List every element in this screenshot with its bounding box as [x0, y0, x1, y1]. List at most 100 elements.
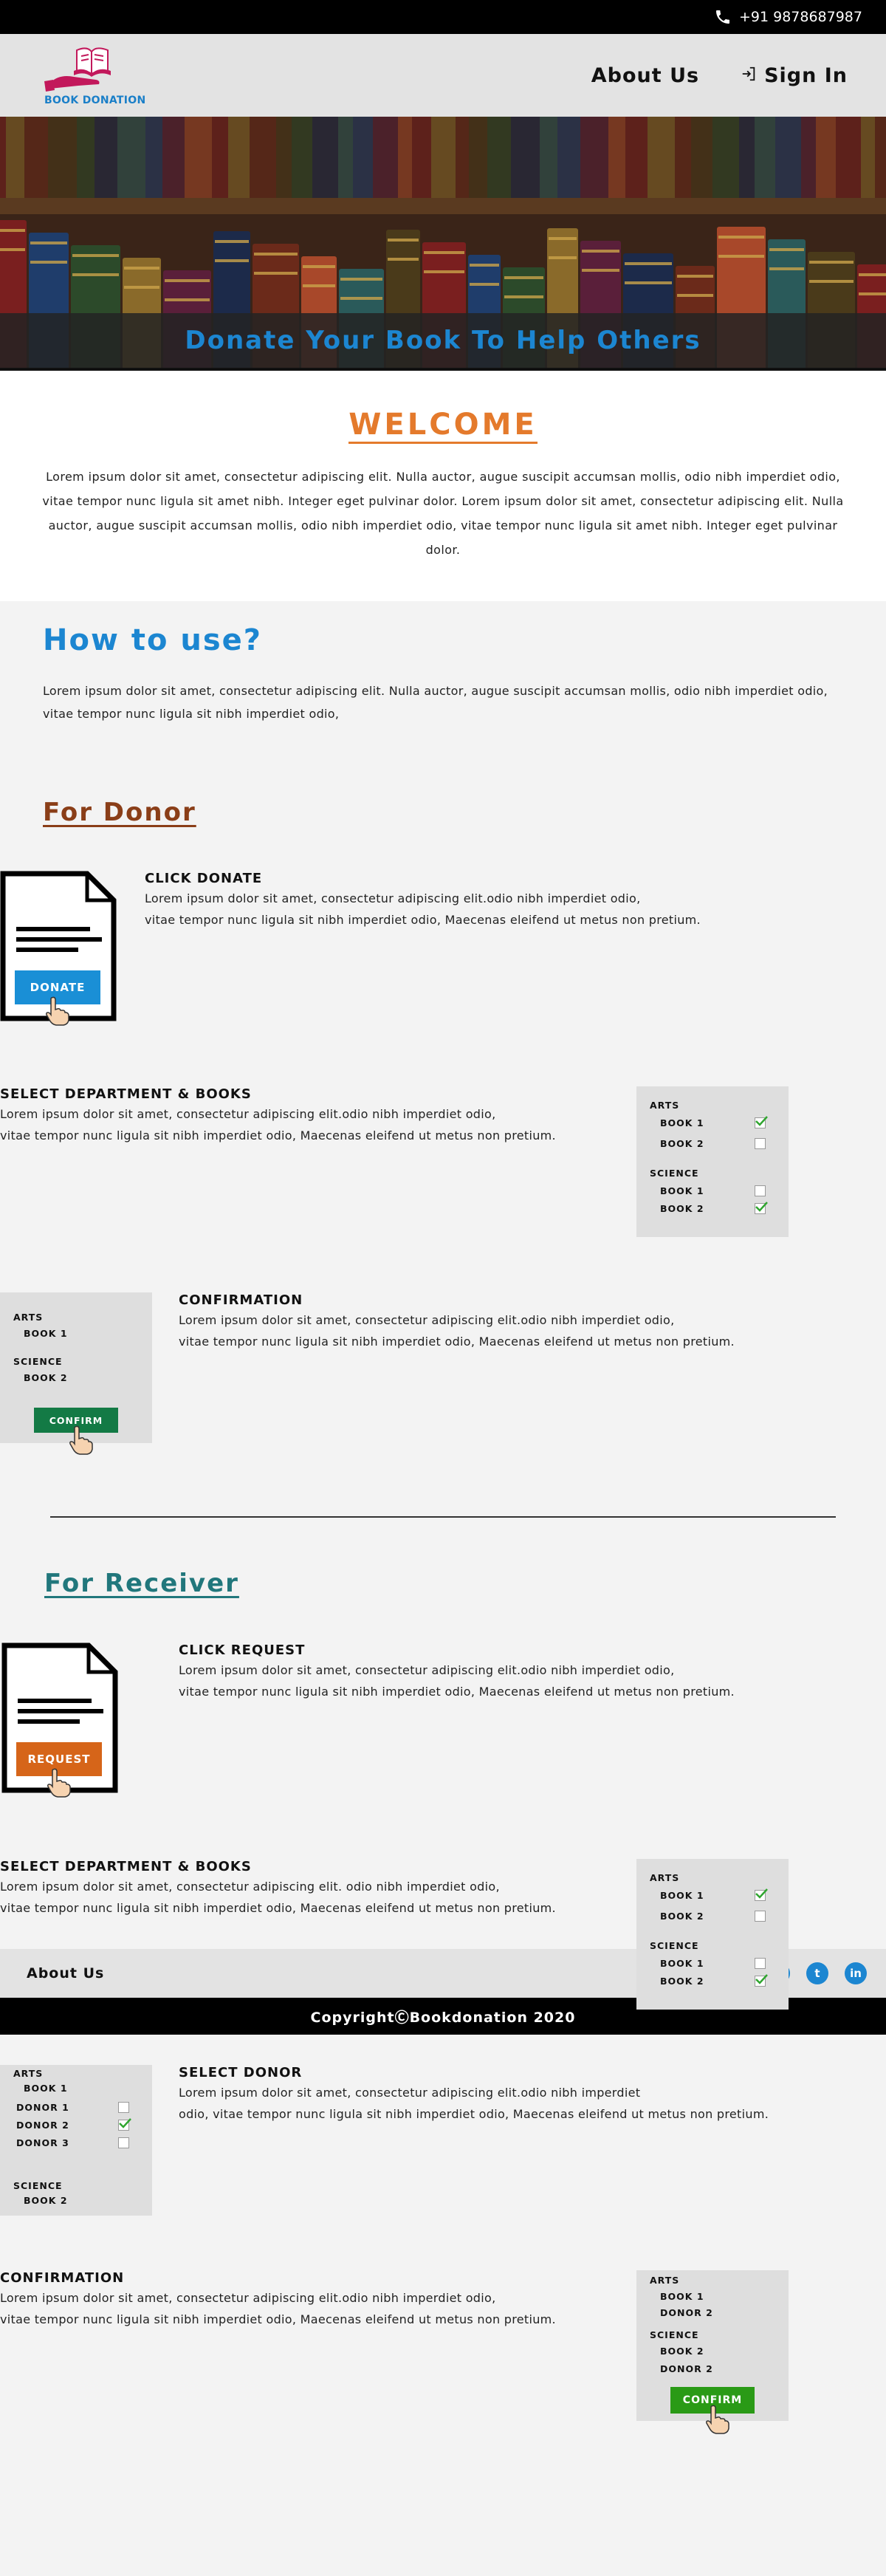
welcome-section: WELCOME Lorem ipsum dolor sit amet, cons… — [0, 371, 886, 601]
book-spine-band — [769, 248, 804, 251]
background-book — [691, 117, 712, 198]
background-book — [145, 117, 162, 198]
step-text: Lorem ipsum dolor sit amet, consectetur … — [0, 1876, 556, 1919]
donate-document-illustration: DONATE — [0, 871, 118, 1026]
category-label: ARTS — [13, 2068, 44, 2079]
background-book — [48, 117, 77, 198]
sign-in-icon — [741, 64, 757, 87]
category-label: SCIENCE — [650, 2329, 699, 2340]
checkmark-icon — [755, 1974, 768, 1984]
donor-checkbox[interactable] — [118, 2102, 129, 2113]
book-spine-band — [303, 284, 335, 287]
book-spine-band — [504, 295, 543, 298]
book-label: BOOK 1 — [660, 1185, 704, 1196]
book-label: BOOK 2 — [660, 1976, 704, 1987]
site-logo[interactable]: BOOK DONATION — [44, 44, 145, 106]
request-button-label: REQUEST — [27, 1753, 91, 1766]
site-header: BOOK DONATION About Us Sign In — [0, 34, 886, 117]
background-book — [353, 117, 373, 198]
step-text: Lorem ipsum dolor sit amet, consectetur … — [179, 1309, 735, 1352]
book-spine-band — [30, 261, 67, 264]
background-book — [373, 117, 398, 198]
book-spine-band — [625, 281, 672, 284]
book-spine-band — [677, 294, 713, 297]
step-text-line: vitae tempor nunc ligula sit nibh imperd… — [0, 1128, 556, 1143]
step-text: Lorem ipsum dolor sit amet, consectetur … — [0, 2287, 556, 2330]
category-label: ARTS — [650, 1872, 680, 1883]
book-spine-band — [582, 250, 619, 253]
book-label: BOOK 1 — [24, 1328, 68, 1339]
book-label: BOOK 1 — [24, 2083, 68, 2094]
how-to-use-section: How to use? Lorem ipsum dolor sit amet, … — [0, 601, 886, 2434]
background-book — [648, 117, 675, 198]
background-book — [212, 117, 228, 198]
book-label: BOOK 1 — [660, 1958, 704, 1969]
background-book — [292, 117, 312, 198]
background-book — [338, 117, 353, 198]
book-spine-band — [72, 273, 119, 276]
book-spine-band — [809, 280, 854, 283]
book-checkbox[interactable] — [755, 1116, 768, 1128]
book-spine-band — [769, 267, 804, 270]
step-text-line: Lorem ipsum dolor sit amet, consectetur … — [179, 1313, 675, 1327]
background-book — [95, 117, 117, 198]
book-checkbox[interactable] — [755, 1185, 766, 1196]
book-checkbox[interactable] — [755, 1202, 768, 1214]
background-book — [675, 117, 691, 198]
receiver-step-confirmation: CONFIRMATION Lorem ipsum dolor sit amet,… — [0, 2270, 556, 2330]
background-book — [312, 117, 338, 198]
step-title: SELECT DONOR — [179, 2065, 303, 2080]
book-checkbox[interactable] — [755, 1958, 766, 1969]
background-book — [469, 117, 487, 198]
background-book — [276, 117, 292, 198]
background-book — [557, 117, 580, 198]
nav-about-label: About Us — [591, 64, 700, 87]
book-spine-band — [424, 270, 464, 273]
step-text-line: Lorem ipsum dolor sit amet, consectetur … — [179, 1663, 675, 1677]
phone-number[interactable]: +91 9878687987 — [739, 9, 862, 25]
footer-about-link[interactable]: About Us — [27, 1965, 104, 1981]
for-receiver-heading: For Receiver — [44, 1569, 239, 1598]
book-label: BOOK 2 — [660, 2346, 704, 2357]
section-divider — [50, 1516, 836, 1518]
background-book — [228, 117, 250, 198]
book-spine-band — [718, 236, 764, 239]
background-book — [487, 117, 511, 198]
donor-label: DONOR 3 — [16, 2137, 69, 2148]
nav-sign-in[interactable]: Sign In — [741, 64, 848, 87]
book-checkbox[interactable] — [755, 1974, 768, 1987]
background-book — [77, 117, 95, 198]
select-donor-panel: ARTS BOOK 1 DONOR 1 DONOR 2 DONOR 3 SCIE… — [0, 2065, 152, 2216]
donor-label: DONOR 1 — [16, 2102, 69, 2113]
book-spine-band — [165, 279, 210, 282]
book-checkbox[interactable] — [755, 1911, 766, 1922]
category-label: SCIENCE — [13, 1356, 63, 1367]
book-label: BOOK 2 — [24, 1372, 68, 1383]
step-text-line: vitae tempor nunc ligula sit nibh imperd… — [0, 1901, 556, 1915]
book-label: BOOK 2 — [660, 1911, 704, 1922]
book-spine-band — [470, 264, 499, 267]
book-spine-band — [340, 278, 382, 281]
background-book — [0, 117, 6, 198]
category-label: SCIENCE — [13, 2180, 63, 2191]
background-book — [580, 117, 608, 198]
step-title: SELECT DEPARTMENT & BOOKS — [0, 1086, 252, 1102]
book-label: BOOK 2 — [660, 1138, 704, 1149]
book-checkbox[interactable] — [755, 1888, 768, 1901]
donor-checkbox[interactable] — [118, 2118, 131, 2131]
book-spine-band — [504, 276, 543, 279]
book-spine-band — [0, 248, 25, 251]
donor-checkbox[interactable] — [118, 2137, 129, 2148]
book-checkbox[interactable] — [755, 1138, 766, 1149]
step-text-line: Lorem ipsum dolor sit amet, consectetur … — [0, 1880, 500, 1894]
background-book — [162, 117, 185, 198]
nav-about-us[interactable]: About Us — [591, 64, 699, 87]
hero-banner: Donate Your Book To Help Others — [0, 117, 886, 371]
linkedin-icon[interactable]: in — [845, 1962, 867, 1984]
how-to-use-intro: Lorem ipsum dolor sit amet, consectetur … — [43, 684, 828, 721]
pointer-hand-icon — [47, 1768, 71, 1798]
book-spine-band — [124, 267, 159, 270]
twitter-icon[interactable]: t — [806, 1962, 828, 1984]
step-title: CONFIRMATION — [179, 1292, 303, 1308]
book-hand-logo-icon — [44, 47, 111, 92]
